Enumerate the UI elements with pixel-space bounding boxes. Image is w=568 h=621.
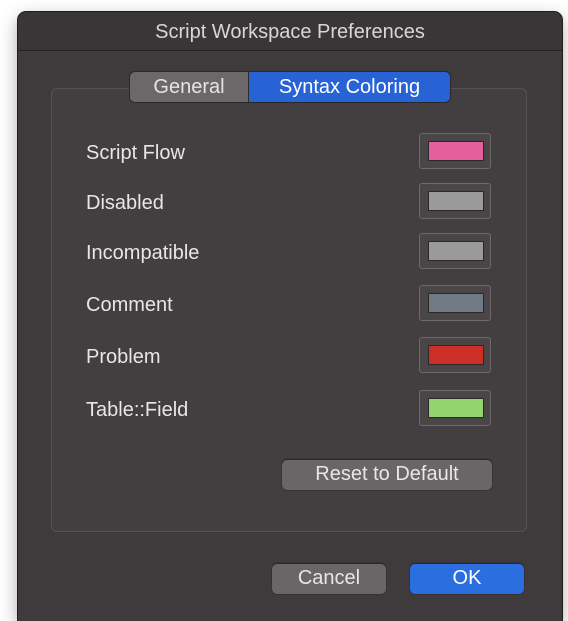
tab-bar: General Syntax Coloring [130, 72, 450, 102]
color-swatch [428, 191, 484, 211]
color-well-incompatible[interactable] [419, 233, 491, 269]
syntax-label: Comment [86, 294, 173, 316]
color-well-disabled[interactable] [419, 183, 491, 219]
reset-to-default-button[interactable]: Reset to Default [282, 459, 492, 490]
color-well-table-field[interactable] [419, 390, 491, 426]
color-swatch [428, 345, 484, 365]
syntax-label: Incompatible [86, 242, 200, 264]
syntax-row-comment: Comment [86, 285, 494, 325]
color-swatch [428, 398, 484, 418]
window-title: Script Workspace Preferences [18, 12, 562, 51]
color-well-script-flow[interactable] [419, 133, 491, 169]
syntax-label: Disabled [86, 192, 164, 214]
syntax-row-incompatible: Incompatible [86, 233, 494, 273]
syntax-row-script-flow: Script Flow [86, 133, 494, 173]
cancel-button[interactable]: Cancel [272, 563, 386, 594]
tab-syntax-coloring[interactable]: Syntax Coloring [249, 72, 450, 102]
syntax-row-disabled: Disabled [86, 183, 494, 223]
ok-button[interactable]: OK [410, 563, 524, 594]
preferences-window: Script Workspace Preferences General Syn… [18, 12, 562, 621]
syntax-label: Table::Field [86, 399, 189, 421]
syntax-label: Problem [86, 346, 161, 368]
syntax-label: Script Flow [86, 142, 185, 164]
color-swatch [428, 293, 484, 313]
syntax-row-table-field: Table::Field [86, 390, 494, 430]
syntax-row-problem: Problem [86, 337, 494, 377]
color-swatch [428, 141, 484, 161]
tab-general[interactable]: General [130, 72, 249, 102]
color-well-problem[interactable] [419, 337, 491, 373]
color-well-comment[interactable] [419, 285, 491, 321]
color-swatch [428, 241, 484, 261]
